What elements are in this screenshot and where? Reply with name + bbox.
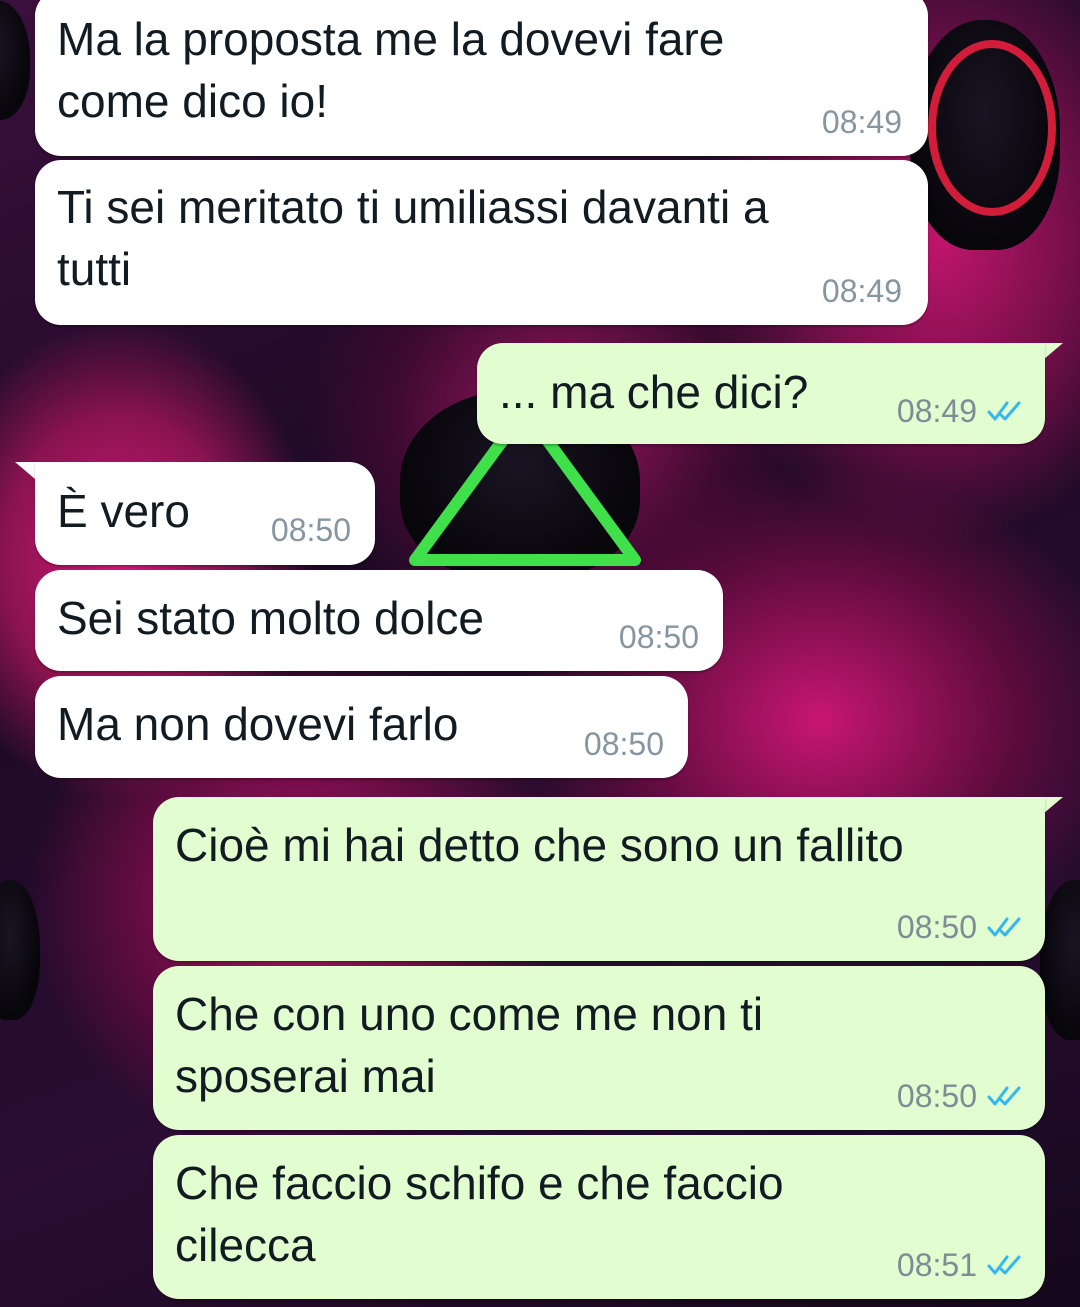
- message-timestamp: 08:50: [897, 909, 1025, 945]
- message-timestamp: 08:50: [618, 619, 699, 655]
- message-text: Ma non dovevi farlo: [57, 698, 459, 750]
- message-bubble-outgoing[interactable]: Che faccio schifo e che faccio cilecca 0…: [153, 1135, 1045, 1299]
- message-text: Che con uno come me non ti sposerai mai: [175, 988, 764, 1102]
- message-timestamp: 08:50: [897, 1078, 1025, 1114]
- message-text: Che faccio schifo e che faccio cilecca: [175, 1157, 784, 1271]
- message-bubble-incoming[interactable]: Ma non dovevi farlo 08:50: [35, 676, 688, 778]
- message-bubble-outgoing[interactable]: Che con uno come me non ti sposerai mai …: [153, 966, 1045, 1130]
- message-bubble-outgoing[interactable]: ... ma che dici? 08:49: [477, 343, 1045, 444]
- double-check-read-icon: [987, 401, 1021, 421]
- message-timestamp: 08:49: [897, 393, 1025, 429]
- message-bubble-incoming[interactable]: Sei stato molto dolce 08:50: [35, 570, 723, 671]
- message-text: Ti sei meritato ti umiliassi davanti a t…: [57, 181, 769, 295]
- message-timestamp: 08:50: [270, 512, 351, 548]
- double-check-read-icon: [987, 1255, 1021, 1275]
- double-check-read-icon: [987, 917, 1021, 937]
- message-timestamp: 08:49: [821, 273, 902, 309]
- message-text: Cioè mi hai detto che sono un fallito: [175, 819, 904, 871]
- message-text: Sei stato molto dolce: [57, 592, 485, 644]
- message-bubble-incoming[interactable]: Ti sei meritato ti umiliassi davanti a t…: [35, 160, 928, 325]
- message-text: È vero: [57, 485, 190, 537]
- chat-conversation[interactable]: Ma la proposta me la dovevi fare come di…: [0, 0, 1080, 1307]
- message-bubble-incoming[interactable]: Ma la proposta me la dovevi fare come di…: [35, 0, 928, 156]
- message-text: Ma la proposta me la dovevi fare come di…: [57, 13, 725, 127]
- message-timestamp: 08:49: [821, 104, 902, 140]
- double-check-read-icon: [987, 1086, 1021, 1106]
- message-text: ... ma che dici?: [499, 366, 809, 418]
- message-timestamp: 08:51: [897, 1247, 1025, 1283]
- message-timestamp: 08:50: [583, 726, 664, 762]
- message-bubble-outgoing[interactable]: Cioè mi hai detto che sono un fallito 08…: [153, 797, 1045, 961]
- message-bubble-incoming[interactable]: È vero 08:50: [35, 462, 375, 565]
